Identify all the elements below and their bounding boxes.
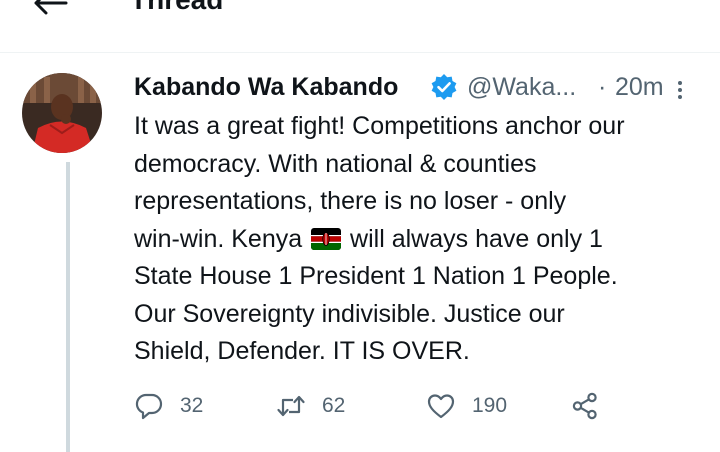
retweet-count: 62: [322, 394, 346, 417]
reply-button[interactable]: 32: [134, 386, 203, 426]
tweet-line-part: win-win. Kenya: [134, 224, 303, 253]
avatar-image: [22, 73, 102, 153]
reply-icon: [135, 393, 163, 420]
author-handle[interactable]: @Waka...: [467, 70, 576, 104]
retweet-button[interactable]: 62: [276, 386, 345, 426]
kenya-flag-icon: [311, 227, 342, 250]
more-options-icon[interactable]: [676, 80, 684, 100]
tweet-line-part: will always have only 1: [350, 224, 603, 253]
reply-count: 32: [180, 394, 204, 417]
separator-dot: ·: [598, 73, 607, 101]
tweet-text: It was a great fight! Competitions ancho…: [134, 108, 709, 371]
page-title: Thread: [130, 0, 223, 18]
back-arrow-icon[interactable]: [30, 0, 70, 20]
tweet-line: win-win. Kenya will always have only 1: [134, 221, 709, 259]
tweet-line: Shield, Defender. IT IS OVER.: [134, 337, 470, 365]
avatar[interactable]: [22, 73, 102, 153]
author-name[interactable]: Kabando Wa Kabando: [134, 70, 398, 104]
tweet-line: representations, there is no loser - onl…: [134, 187, 567, 215]
tweet-line: State House 1 President 1 Nation 1 Peopl…: [134, 262, 618, 290]
like-count: 190: [472, 394, 508, 417]
tweet-actions: 32 62 190: [134, 386, 614, 426]
tweet-header: Kabando Wa Kabando @Waka... · 20m: [134, 70, 704, 104]
thread-connector-line: [66, 162, 70, 452]
like-button[interactable]: 190: [426, 386, 507, 426]
share-icon: [572, 392, 597, 420]
heart-icon: [427, 394, 455, 419]
tweet-line: democracy. With national & counties: [134, 149, 537, 178]
retweet-icon: [277, 395, 305, 417]
tweet-timestamp[interactable]: 20m: [615, 70, 664, 104]
tweet-line: It was a great fight! Competitions ancho…: [134, 112, 625, 140]
tweet-line: Our Sovereignty indivisible. Justice our: [134, 299, 565, 328]
verified-badge-icon: [431, 74, 457, 100]
share-button[interactable]: [570, 386, 616, 426]
thread-header: Thread: [0, 0, 720, 53]
